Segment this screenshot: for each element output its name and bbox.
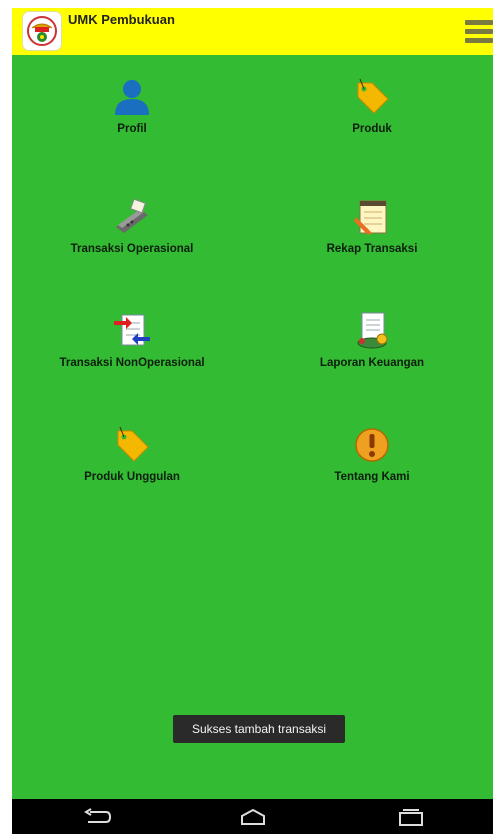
menu-item-profil[interactable]: Profil <box>12 55 252 165</box>
menu-item-label: Laporan Keuangan <box>319 357 425 369</box>
menu-item-label: Transaksi Operasional <box>70 243 194 255</box>
menu-item-label: Produk Unggulan <box>84 471 180 483</box>
system-nav-bar <box>12 799 493 834</box>
menu-grid: Profil Produk Transaksi Operasional Reka… <box>12 55 493 799</box>
menu-item-label: Rekap Transaksi <box>326 243 418 255</box>
tag-icon <box>352 77 392 117</box>
umk-logo <box>23 12 61 50</box>
toast-message: Sukses tambah transaksi <box>173 715 345 743</box>
menu-item-produk[interactable]: Produk <box>252 55 492 165</box>
home-icon[interactable] <box>218 799 288 834</box>
back-icon[interactable] <box>62 799 132 834</box>
menu-item-tentang-kami[interactable]: Tentang Kami <box>252 403 492 513</box>
report-money-icon <box>352 311 392 351</box>
notepad-pencil-icon <box>352 197 392 237</box>
transfer-document-icon <box>112 311 152 351</box>
app-bar: UMK Pembukuan <box>12 8 493 55</box>
menu-item-transaksi-operasional[interactable]: Transaksi Operasional <box>12 175 252 285</box>
menu-item-transaksi-nonoperasional[interactable]: Transaksi NonOperasional <box>12 289 252 399</box>
card-terminal-icon <box>112 197 152 237</box>
menu-item-rekap-transaksi[interactable]: Rekap Transaksi <box>252 175 492 285</box>
menu-item-laporan-keuangan[interactable]: Laporan Keuangan <box>252 289 492 399</box>
app-window: UMK Pembukuan Profil Produk Transaksi Op… <box>12 8 493 834</box>
menu-item-label: Profil <box>117 123 147 135</box>
recents-icon[interactable] <box>376 799 446 834</box>
menu-item-produk-unggulan[interactable]: Produk Unggulan <box>12 403 252 513</box>
menu-item-label: Transaksi NonOperasional <box>59 357 205 369</box>
person-icon <box>112 77 152 117</box>
info-exclamation-icon <box>352 425 392 465</box>
tag-icon <box>112 425 152 465</box>
menu-item-label: Produk <box>352 123 392 135</box>
app-title: UMK Pembukuan <box>68 12 175 27</box>
hamburger-menu-icon[interactable] <box>465 20 493 46</box>
menu-item-label: Tentang Kami <box>334 471 410 483</box>
